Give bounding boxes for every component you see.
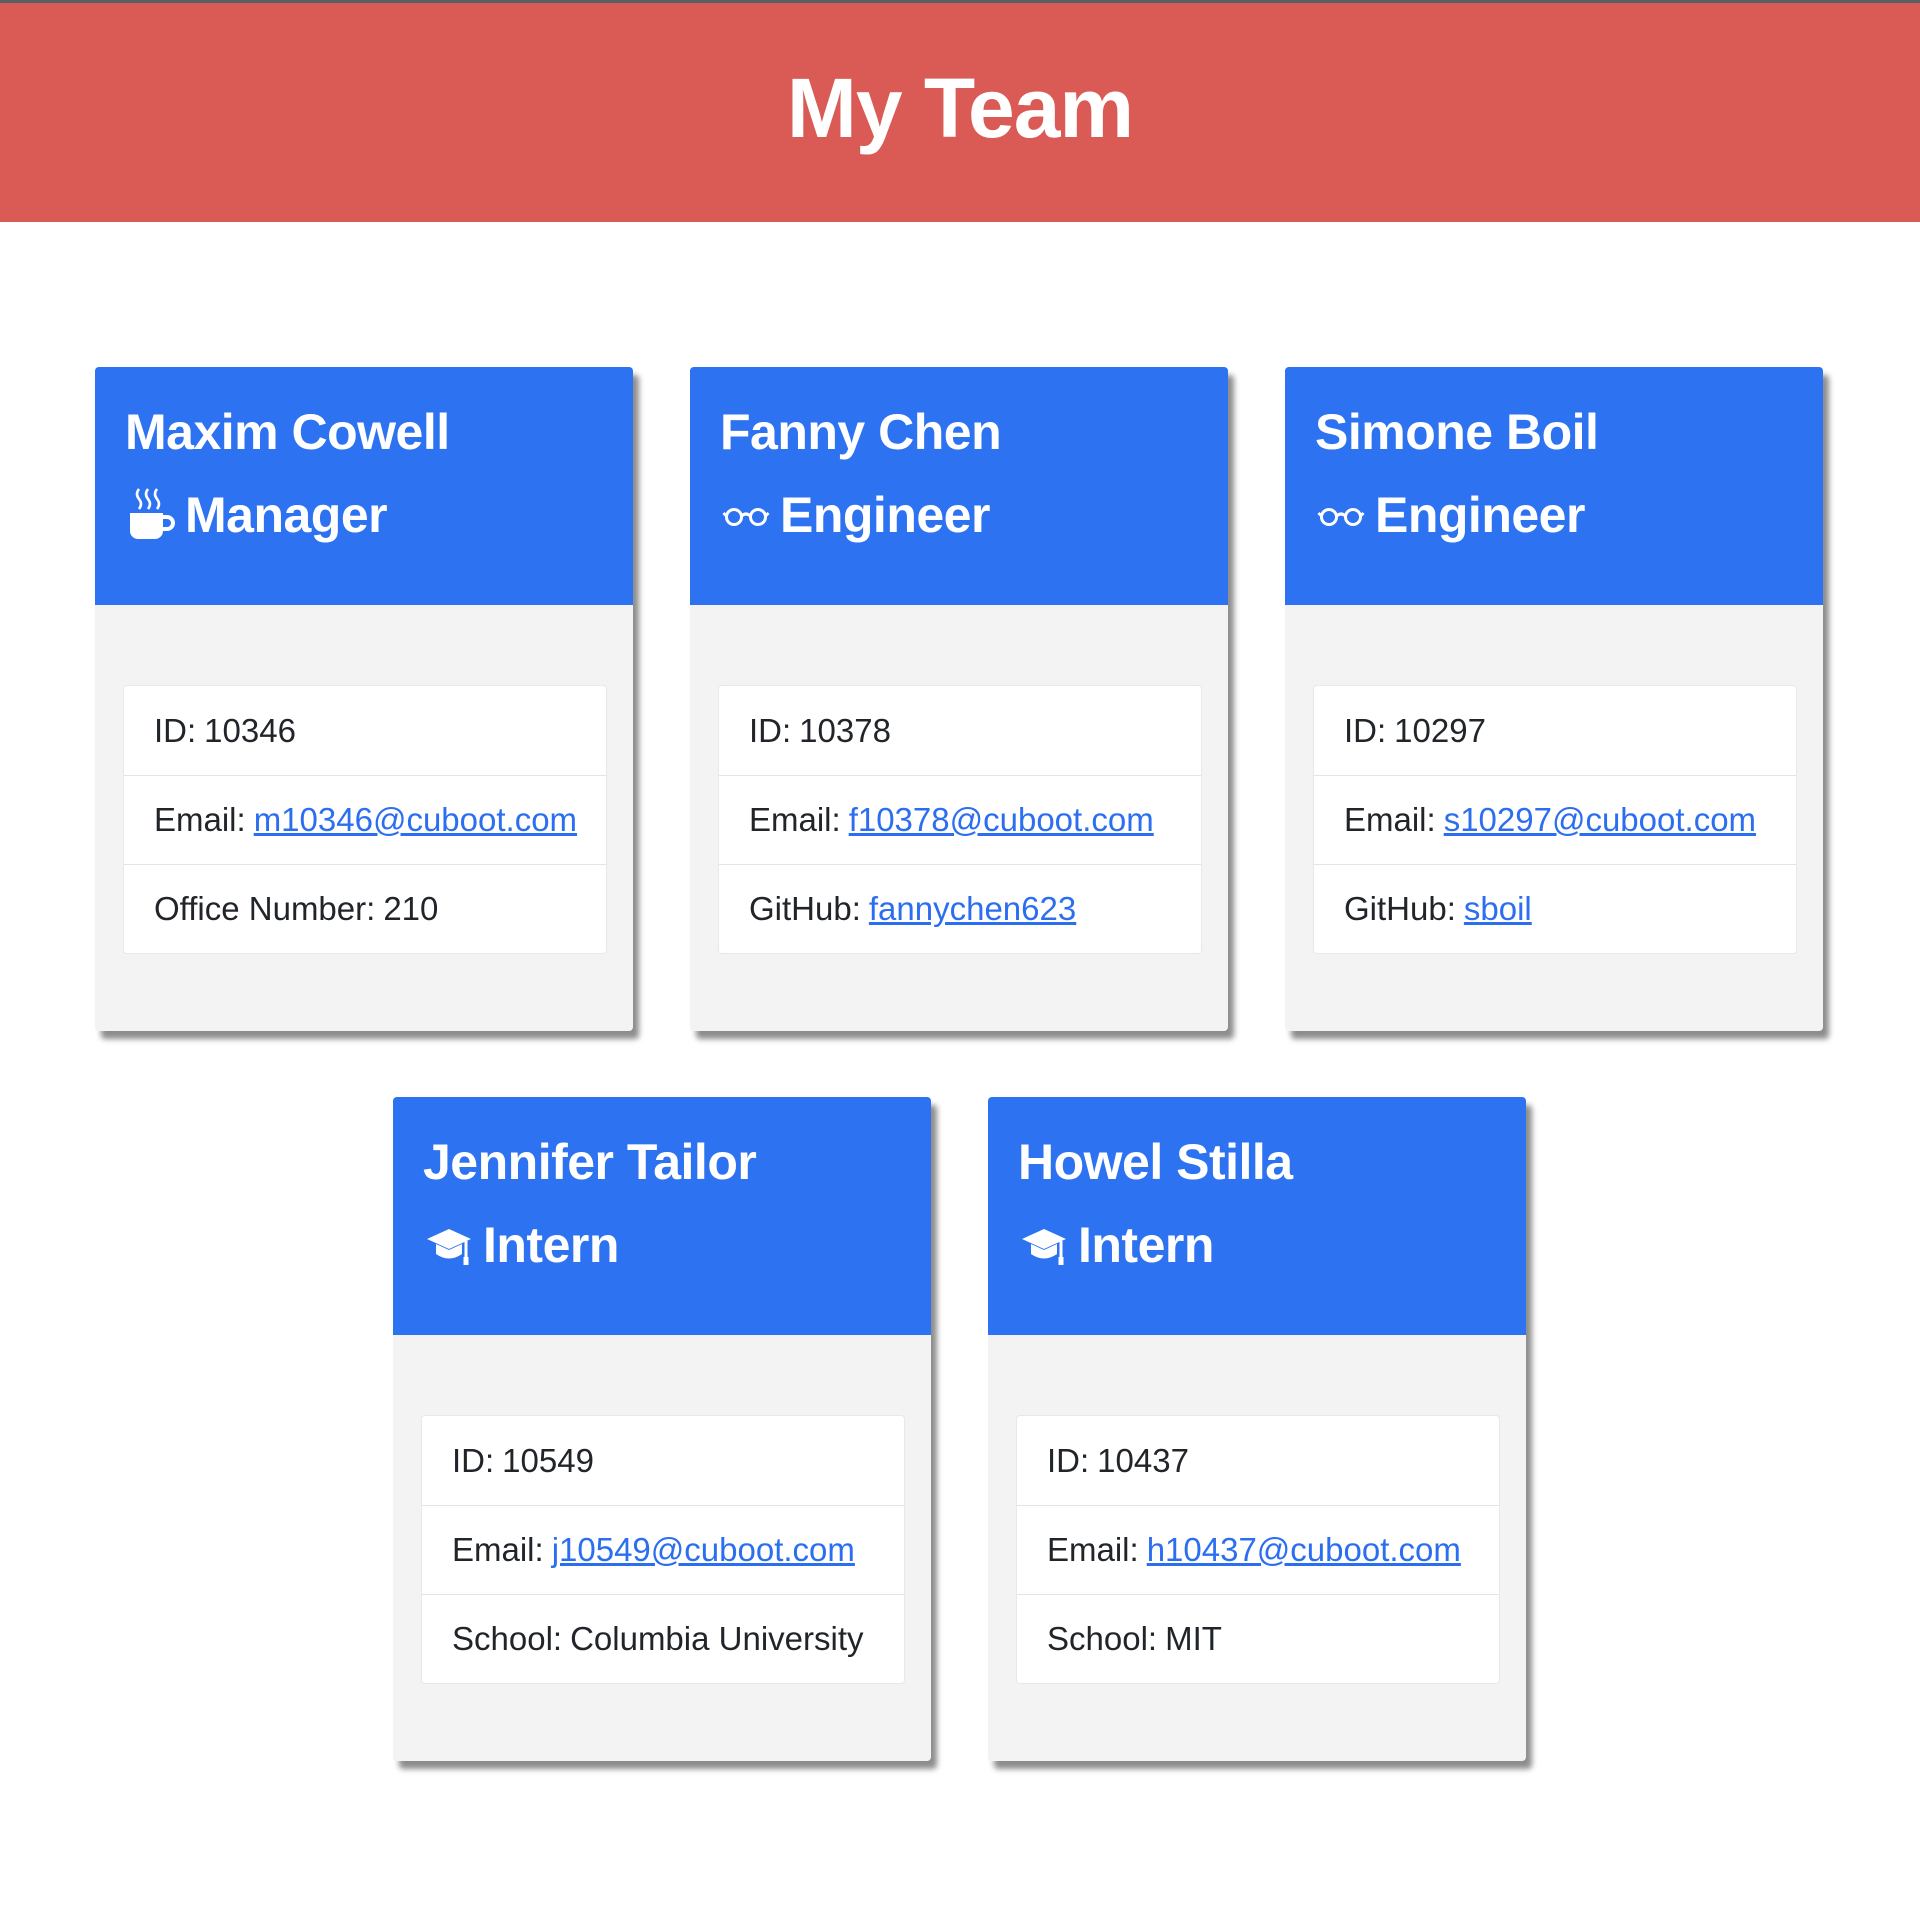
github-link[interactable]: sboil xyxy=(1464,890,1532,928)
graduation-cap-icon xyxy=(423,1217,475,1273)
office-number-value: 210 xyxy=(383,890,439,927)
email-link[interactable]: f10378@cuboot.com xyxy=(849,801,1154,839)
glasses-icon xyxy=(1315,487,1367,543)
id-value: 10437 xyxy=(1097,1441,1189,1479)
email-row: Email: h10437@cuboot.com xyxy=(1017,1505,1499,1594)
id-value: 10297 xyxy=(1394,711,1486,749)
school-row: School: Columbia University xyxy=(422,1594,904,1683)
info-list: ID: 10549 Email: j10549@cuboot.com Schoo… xyxy=(421,1415,905,1684)
card-header: Howel Stilla Intern xyxy=(988,1097,1526,1335)
id-row: ID: 10378 xyxy=(719,686,1201,775)
employee-card-manager: Maxim Cowell Manager ID: 10346 Email: m1… xyxy=(95,367,633,1031)
employee-role: Manager xyxy=(125,487,603,543)
employee-name: Jennifer Tailor xyxy=(423,1134,757,1190)
employee-card-engineer: Fanny Chen Engineer ID: 10378 Email: f10… xyxy=(690,367,1228,1031)
id-value: 10549 xyxy=(502,1441,594,1479)
email-link[interactable]: s10297@cuboot.com xyxy=(1444,801,1756,839)
email-label: Email: xyxy=(1344,801,1436,838)
graduation-cap-icon xyxy=(1018,1217,1070,1273)
id-row: ID: 10549 xyxy=(422,1416,904,1505)
email-label: Email: xyxy=(154,801,246,838)
role-label: Intern xyxy=(483,1217,619,1273)
email-label: Email: xyxy=(452,1531,544,1568)
github-row: GitHub: fannychen623 xyxy=(719,864,1201,953)
employee-name: Howel Stilla xyxy=(1018,1134,1293,1190)
info-list: ID: 10297 Email: s10297@cuboot.com GitHu… xyxy=(1313,685,1797,954)
employee-card-intern: Howel Stilla Intern ID: 10437 Email: h10… xyxy=(988,1097,1526,1761)
email-link[interactable]: j10549@cuboot.com xyxy=(552,1531,855,1569)
id-label: ID: xyxy=(452,1441,495,1479)
email-row: Email: j10549@cuboot.com xyxy=(422,1505,904,1594)
email-row: Email: s10297@cuboot.com xyxy=(1314,775,1796,864)
card-header: Simone Boil Engineer xyxy=(1285,367,1823,605)
github-link[interactable]: fannychen623 xyxy=(869,890,1076,928)
school-value: Columbia University xyxy=(570,1620,864,1657)
info-list: ID: 10437 Email: h10437@cuboot.com Schoo… xyxy=(1016,1415,1500,1684)
card-header: Jennifer Tailor Intern xyxy=(393,1097,931,1335)
github-label: GitHub: xyxy=(1344,890,1456,927)
email-row: Email: m10346@cuboot.com xyxy=(124,775,606,864)
id-value: 10378 xyxy=(799,711,891,749)
employee-role: Engineer xyxy=(1315,487,1793,543)
employee-card-intern: Jennifer Tailor Intern ID: 10549 Email: … xyxy=(393,1097,931,1761)
role-label: Manager xyxy=(185,487,388,543)
info-list: ID: 10378 Email: f10378@cuboot.com GitHu… xyxy=(718,685,1202,954)
email-link[interactable]: h10437@cuboot.com xyxy=(1147,1531,1461,1569)
school-value: MIT xyxy=(1165,1620,1222,1657)
card-header: Fanny Chen Engineer xyxy=(690,367,1228,605)
employee-role: Intern xyxy=(423,1217,901,1273)
coffee-icon xyxy=(125,487,177,543)
email-label: Email: xyxy=(1047,1531,1139,1568)
email-row: Email: f10378@cuboot.com xyxy=(719,775,1201,864)
id-row: ID: 10297 xyxy=(1314,686,1796,775)
employee-name: Fanny Chen xyxy=(720,404,1002,460)
github-row: GitHub: sboil xyxy=(1314,864,1796,953)
office-number-row: Office Number: 210 xyxy=(124,864,606,953)
role-label: Engineer xyxy=(1375,487,1585,543)
id-row: ID: 10437 xyxy=(1017,1416,1499,1505)
school-label: School: xyxy=(1047,1620,1158,1657)
school-row: School: MIT xyxy=(1017,1594,1499,1683)
school-label: School: xyxy=(452,1620,563,1657)
employee-name: Maxim Cowell xyxy=(125,404,450,460)
role-label: Intern xyxy=(1078,1217,1214,1273)
office-number-label: Office Number: xyxy=(154,890,376,927)
role-label: Engineer xyxy=(780,487,990,543)
page-title: My Team xyxy=(786,61,1134,155)
email-link[interactable]: m10346@cuboot.com xyxy=(254,801,577,839)
info-list: ID: 10346 Email: m10346@cuboot.com Offic… xyxy=(123,685,607,954)
id-row: ID: 10346 xyxy=(124,686,606,775)
page-header: My Team xyxy=(0,3,1920,222)
employee-card-engineer: Simone Boil Engineer ID: 10297 Email: s1… xyxy=(1285,367,1823,1031)
glasses-icon xyxy=(720,487,772,543)
id-label: ID: xyxy=(749,711,792,749)
id-label: ID: xyxy=(154,711,197,749)
employee-role: Intern xyxy=(1018,1217,1496,1273)
id-label: ID: xyxy=(1344,711,1387,749)
employee-role: Engineer xyxy=(720,487,1198,543)
card-header: Maxim Cowell Manager xyxy=(95,367,633,605)
employee-name: Simone Boil xyxy=(1315,404,1599,460)
id-label: ID: xyxy=(1047,1441,1090,1479)
email-label: Email: xyxy=(749,801,841,838)
id-value: 10346 xyxy=(204,711,296,749)
github-label: GitHub: xyxy=(749,890,861,927)
